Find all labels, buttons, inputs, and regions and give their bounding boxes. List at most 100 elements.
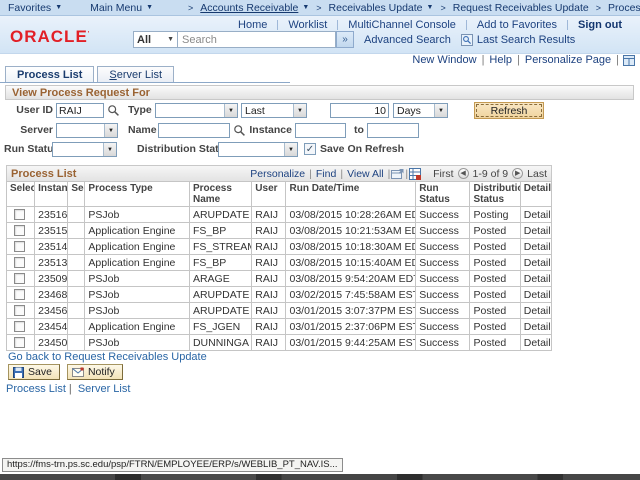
footer-process-list-link[interactable]: Process List <box>6 383 66 395</box>
name-label: Name <box>128 123 157 138</box>
breadcrumb-accounts-receivable[interactable]: Accounts Receivable▼ <box>200 2 309 14</box>
server-select[interactable]: ▼ <box>56 123 118 138</box>
personalize-page-link[interactable]: Personalize Page <box>525 54 611 66</box>
notify-button[interactable]: Notify <box>67 364 123 380</box>
row-select-checkbox[interactable] <box>14 225 25 236</box>
process-type-cell: Application Engine <box>85 255 190 271</box>
pager-next-icon[interactable]: ▶ <box>512 168 523 179</box>
save-on-refresh-checkbox[interactable] <box>304 143 316 155</box>
row-select-checkbox[interactable] <box>14 273 25 284</box>
process-type-cell: PSJob <box>85 303 190 319</box>
details-link[interactable]: Details <box>520 255 551 271</box>
breadcrumb-main-menu[interactable]: Main Menu▼ <box>90 2 153 14</box>
last-search-results-link[interactable]: Last Search Results <box>477 34 575 46</box>
add-to-favorites-link[interactable]: Add to Favorites <box>467 19 567 31</box>
user-id-field[interactable] <box>56 103 104 118</box>
tab-server-list[interactable]: Server List <box>97 66 174 82</box>
details-link[interactable]: Details <box>520 303 551 319</box>
user-cell: RAIJ <box>252 287 286 303</box>
details-link[interactable]: Details <box>520 287 551 303</box>
footer-server-list-link[interactable]: Server List <box>78 383 131 395</box>
home-link[interactable]: Home <box>228 19 277 31</box>
seq-cell <box>68 255 85 271</box>
dropdown-arrow-icon: ▼ <box>104 124 117 137</box>
last-select[interactable]: Last▼ <box>241 103 307 118</box>
process-name-cell[interactable]: ARUPDATE <box>189 303 251 319</box>
breadcrumb-label: Receivables Update <box>329 2 423 14</box>
instance-cell: 23509 <box>35 271 68 287</box>
details-link[interactable]: Details <box>520 239 551 255</box>
multichannel-console-link[interactable]: MultiChannel Console <box>338 19 466 31</box>
personalize-link[interactable]: Personalize <box>250 168 305 180</box>
breadcrumb-receivables-update[interactable]: Receivables Update▼ <box>329 2 434 14</box>
new-window-link[interactable]: New Window <box>412 54 476 66</box>
instance-from-field[interactable] <box>295 123 346 138</box>
breadcrumb-favorites[interactable]: Favorites▼ <box>8 2 62 14</box>
row-select-checkbox[interactable] <box>14 241 25 252</box>
user-id-lookup-icon[interactable] <box>107 104 120 117</box>
advanced-search-link[interactable]: Advanced Search <box>364 34 451 46</box>
row-select-checkbox[interactable] <box>14 209 25 220</box>
days-unit-select[interactable]: Days▼ <box>393 103 448 118</box>
distribution-status-cell: Posted <box>470 239 520 255</box>
tab-label: Server List <box>109 69 162 81</box>
name-lookup-icon[interactable] <box>233 124 246 137</box>
distribution-status-cell: Posted <box>470 223 520 239</box>
view-process-request-header: View Process Request For <box>5 85 634 100</box>
row-select-checkbox[interactable] <box>14 321 25 332</box>
refresh-button[interactable]: Refresh <box>474 102 544 119</box>
instance-to-field[interactable] <box>367 123 419 138</box>
days-count-field[interactable] <box>330 103 389 118</box>
search-input[interactable] <box>178 31 336 48</box>
process-name-cell[interactable]: DUNNINGA <box>189 335 251 351</box>
details-link[interactable]: Details <box>520 319 551 335</box>
row-select-checkbox[interactable] <box>14 289 25 300</box>
sign-out-link[interactable]: Sign out <box>568 19 632 31</box>
dropdown-arrow-icon: ▼ <box>224 104 237 117</box>
table-row: 23515 Application Engine FS_BP RAIJ 03/0… <box>7 223 552 239</box>
row-select-checkbox[interactable] <box>14 305 25 316</box>
process-name-cell[interactable]: ARAGE <box>189 271 251 287</box>
tab-process-list[interactable]: Process List <box>5 66 94 82</box>
instance-cell: 23468 <box>35 287 68 303</box>
type-select[interactable]: ▼ <box>155 103 238 118</box>
search-scope-select[interactable]: All▼ <box>133 31 178 48</box>
divider: | <box>482 54 485 66</box>
breadcrumb-label: Accounts Receivable <box>200 2 298 14</box>
details-link[interactable]: Details <box>520 335 551 351</box>
run-status-cell: Success <box>416 303 470 319</box>
go-back-link[interactable]: Go back to Request Receivables Update <box>8 351 207 363</box>
process-name-cell[interactable]: ARUPDATE <box>189 287 251 303</box>
breadcrumb-request-receivables-update[interactable]: Request Receivables Update <box>453 2 589 14</box>
divider: | <box>388 168 391 180</box>
details-link[interactable]: Details <box>520 271 551 287</box>
layout-grid-icon[interactable] <box>623 55 635 66</box>
instance-cell: 23456 <box>35 303 68 319</box>
pager-first-label[interactable]: First <box>433 168 453 180</box>
worklist-link[interactable]: Worklist <box>278 19 337 31</box>
row-select-checkbox[interactable] <box>14 337 25 348</box>
search-go-button[interactable]: » <box>336 31 354 48</box>
distribution-status-select[interactable]: ▼ <box>218 142 298 157</box>
process-table: Select Instance Seq. Process Type Proces… <box>6 181 552 351</box>
pager-prev-icon[interactable]: ◀ <box>458 168 469 179</box>
breadcrumb-process-monitor[interactable]: Process Monitor <box>608 2 640 14</box>
breadcrumb-label: Process Monitor <box>608 2 640 14</box>
zoom-grid-icon[interactable] <box>391 169 404 179</box>
row-select-checkbox[interactable] <box>14 257 25 268</box>
view-all-link[interactable]: View All <box>347 168 384 180</box>
save-button[interactable]: Save <box>8 364 60 380</box>
pager-last-label[interactable]: Last <box>527 168 547 180</box>
process-name-cell[interactable]: ARUPDATE <box>189 207 251 223</box>
grid-titlebar: Process List Personalize| Find| View All… <box>6 165 552 181</box>
details-link[interactable]: Details <box>520 223 551 239</box>
run-status-select[interactable]: ▼ <box>52 142 117 157</box>
details-link[interactable]: Details <box>520 207 551 223</box>
filter-form: User ID Type ▼ Last▼ Days▼ Refresh Serve… <box>0 100 640 164</box>
help-link[interactable]: Help <box>489 54 512 66</box>
download-to-excel-icon[interactable] <box>409 168 421 180</box>
dropdown-arrow-icon: ▼ <box>284 143 297 156</box>
col-instance: Instance <box>35 182 68 207</box>
find-link[interactable]: Find <box>316 168 336 180</box>
name-field[interactable] <box>158 123 230 138</box>
